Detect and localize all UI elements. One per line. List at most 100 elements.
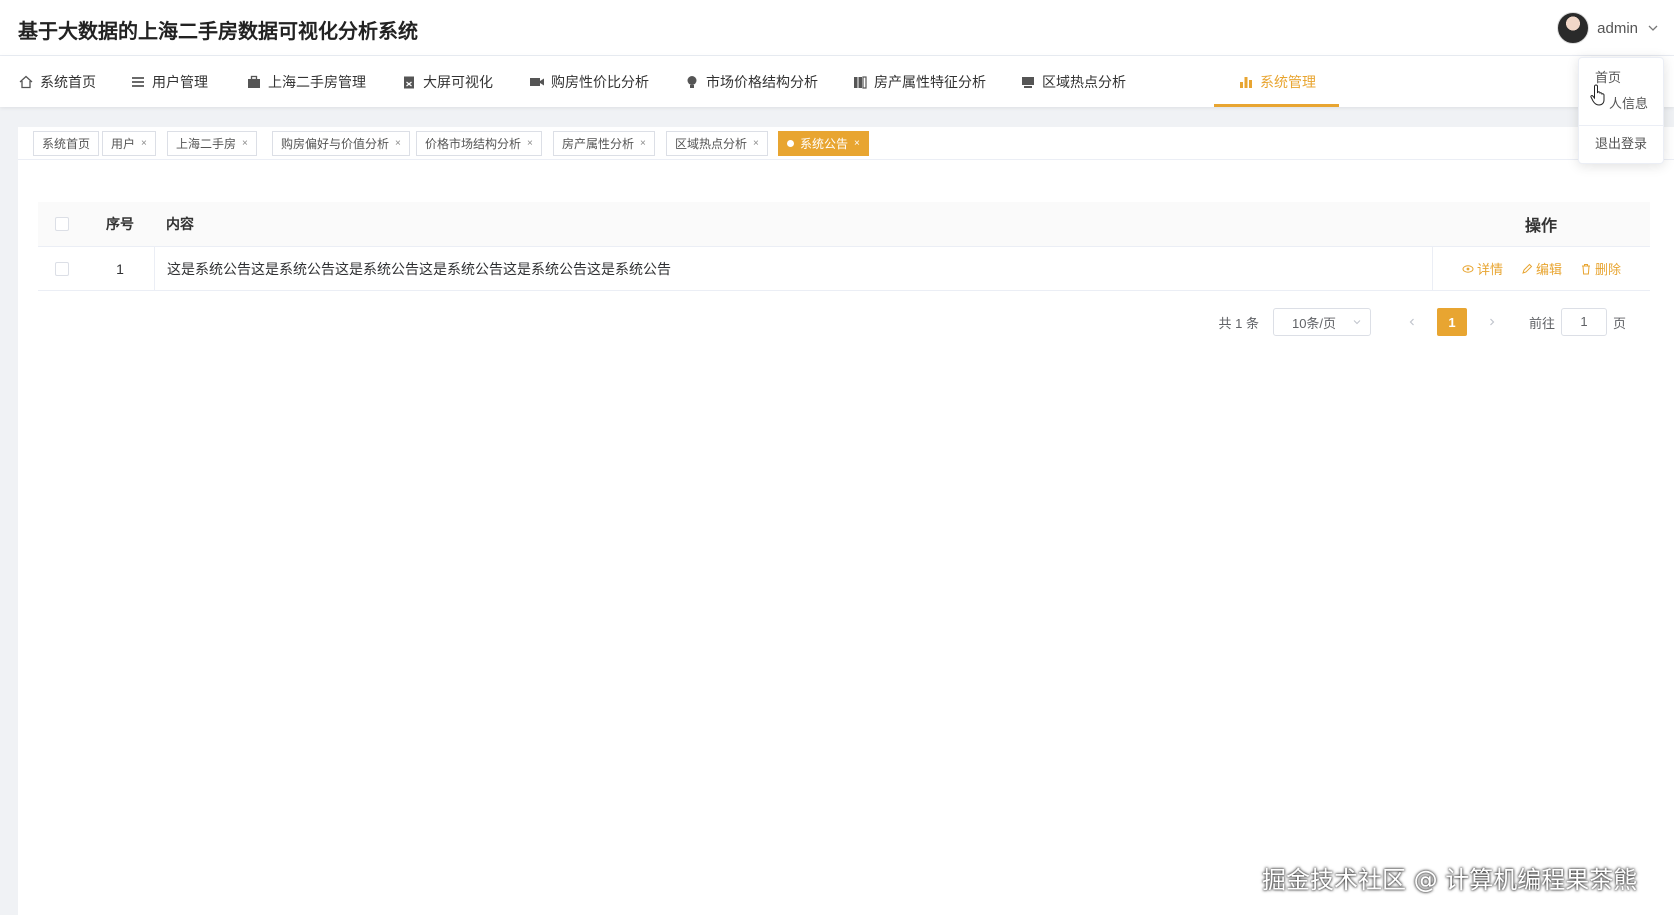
close-icon[interactable]: × [854,138,860,149]
nav-item-label: 大屏可视化 [423,73,493,90]
tab-label: 系统公告 [800,137,849,151]
nav-item-market-structure[interactable]: 市场价格结构分析 [684,56,818,107]
dropdown-item-profile[interactable]: 人信息 [1609,93,1648,112]
bar-chart-icon [1238,74,1254,90]
nav-item-property-features[interactable]: 房产属性特征分析 [852,56,986,107]
active-nav-indicator [1214,104,1339,107]
nav-item-label: 购房性价比分析 [551,73,649,90]
prev-page-button[interactable] [1397,308,1427,336]
nav-item-label: 系统首页 [40,73,96,90]
detail-button[interactable]: 详情 [1462,259,1503,278]
pagination: 共 1 条 10条/页 1 前往 1 页 [1218,308,1626,336]
page-size-select[interactable]: 10条/页 [1272,308,1371,336]
main-content: 系统首页 用户 × 上海二手房 × 购房偏好与价值分析 × 价格市场结构分析 × 房产属… [18,127,1674,915]
tab-houses[interactable]: 上海二手房 × [167,131,257,156]
menu-icon [130,74,146,90]
row-content: 这是系统公告这是系统公告这是系统公告这是系统公告这是系统公告这是系统公告 [154,247,1432,290]
trash-icon [1582,263,1590,274]
tab-preference[interactable]: 购房偏好与价值分析 × [272,131,410,156]
row-ops: 详情 编辑 删除 [1432,247,1650,290]
username[interactable]: admin [1597,20,1638,37]
active-dot-icon [787,140,794,147]
close-icon[interactable]: × [640,138,646,149]
tab-label: 用户 [111,137,136,151]
header-index: 序号 [106,216,134,232]
nav-item-home[interactable]: 系统首页 [18,56,96,107]
edit-icon [1522,263,1533,274]
tab-label: 价格市场结构分析 [425,137,522,151]
dropdown-item-logout[interactable]: 退出登录 [1595,133,1647,152]
page-unit: 页 [1612,315,1626,331]
row-select-cell [38,261,86,276]
user-dropdown-menu: 首页 人信息 退出登录 [1578,57,1664,164]
nav-item-label: 区域热点分析 [1042,73,1126,90]
watermark-text: 掘金技术社区 @ 计算机编程果茶熊 [1262,866,1638,894]
next-page-button[interactable] [1477,308,1507,336]
nav-item-bigscreen[interactable]: 大屏可视化 [401,56,493,107]
header-content: 内容 [166,216,194,232]
table-row: 1 这是系统公告这是系统公告这是系统公告这是系统公告这是系统公告这是系统公告 详… [38,247,1650,291]
columns-icon [852,74,868,90]
nav-item-label: 房产属性特征分析 [874,73,986,90]
page-number-current[interactable]: 1 [1436,308,1467,336]
nav-item-houses[interactable]: 上海二手房管理 [246,56,366,107]
camera-icon [529,74,545,90]
user-menu-trigger[interactable]: admin [1557,12,1660,44]
tab-hotspot[interactable]: 区域热点分析 × [666,131,768,156]
tab-label: 购房偏好与价值分析 [281,137,390,151]
table-header: 序号 内容 操作 [38,202,1650,247]
select-all-checkbox[interactable] [55,217,69,231]
tab-home[interactable]: 系统首页 [33,131,100,156]
nav-item-label: 系统管理 [1260,73,1316,90]
close-icon[interactable]: × [141,138,147,149]
nav-item-hotspot[interactable]: 区域热点分析 [1020,56,1126,107]
tab-property[interactable]: 房产属性分析 × [553,131,655,156]
tab-label: 系统首页 [42,137,91,151]
chevron-right-icon [1490,318,1495,326]
bulb-icon [684,74,700,90]
tab-users[interactable]: 用户 × [102,131,156,156]
tab-label: 上海二手房 [176,137,237,151]
nav-item-label: 市场价格结构分析 [706,73,818,90]
announcement-table: 序号 内容 操作 1 这是系统公告这是系统公告这是系统公告这是系统公告这是系统公… [38,202,1650,291]
nav-item-label: 上海二手房管理 [268,73,366,90]
edit-label: 编辑 [1535,262,1562,277]
nav-item-value-analysis[interactable]: 购房性价比分析 [529,56,649,107]
top-nav: 系统首页 用户管理 上海二手房管理 大屏可视化 购房性价比分析 市场价格结构分析… [0,56,1674,146]
goto-label: 前往 [1528,315,1555,331]
tab-label: 区域热点分析 [675,137,748,151]
nav-item-system[interactable]: 系统管理 [1238,56,1316,107]
close-icon[interactable]: × [753,138,759,149]
row-checkbox[interactable] [55,261,69,276]
hand-cursor-icon [1590,84,1605,106]
nav-item-label: 用户管理 [152,73,208,90]
chevron-down-icon [1352,315,1362,330]
tab-announcement[interactable]: 系统公告 × [778,131,869,156]
close-icon[interactable]: × [527,138,533,149]
top-header: 基于大数据的上海二手房数据可视化分析系统 admin [0,0,1674,56]
app-title: 基于大数据的上海二手房数据可视化分析系统 [18,21,418,43]
briefcase-icon [246,74,262,90]
eye-icon [1462,264,1474,273]
edit-button[interactable]: 编辑 [1521,259,1562,278]
chevron-left-icon [1409,318,1414,326]
select-all-cell [38,217,86,231]
page-size-value: 10条/页 [1291,315,1337,331]
chevron-down-icon[interactable] [1646,21,1660,35]
detail-label: 详情 [1476,262,1503,277]
delete-button[interactable]: 删除 [1580,259,1621,278]
row-index: 1 [116,260,124,277]
goto-page-input[interactable]: 1 [1560,308,1607,336]
dropdown-divider [1579,125,1663,126]
clipboard-icon [401,74,417,90]
tags-view: 系统首页 用户 × 上海二手房 × 购房偏好与价值分析 × 价格市场结构分析 × 房产属… [18,127,1674,160]
tab-price-structure[interactable]: 价格市场结构分析 × [416,131,542,156]
nav-item-users[interactable]: 用户管理 [130,56,208,107]
header-ops: 操作 [1524,218,1557,235]
close-icon[interactable]: × [242,138,248,149]
home-icon [18,74,34,90]
avatar[interactable] [1557,12,1590,44]
close-icon[interactable]: × [395,138,401,149]
total-count: 共 1 条 [1218,315,1259,331]
monitor-icon [1020,74,1036,90]
